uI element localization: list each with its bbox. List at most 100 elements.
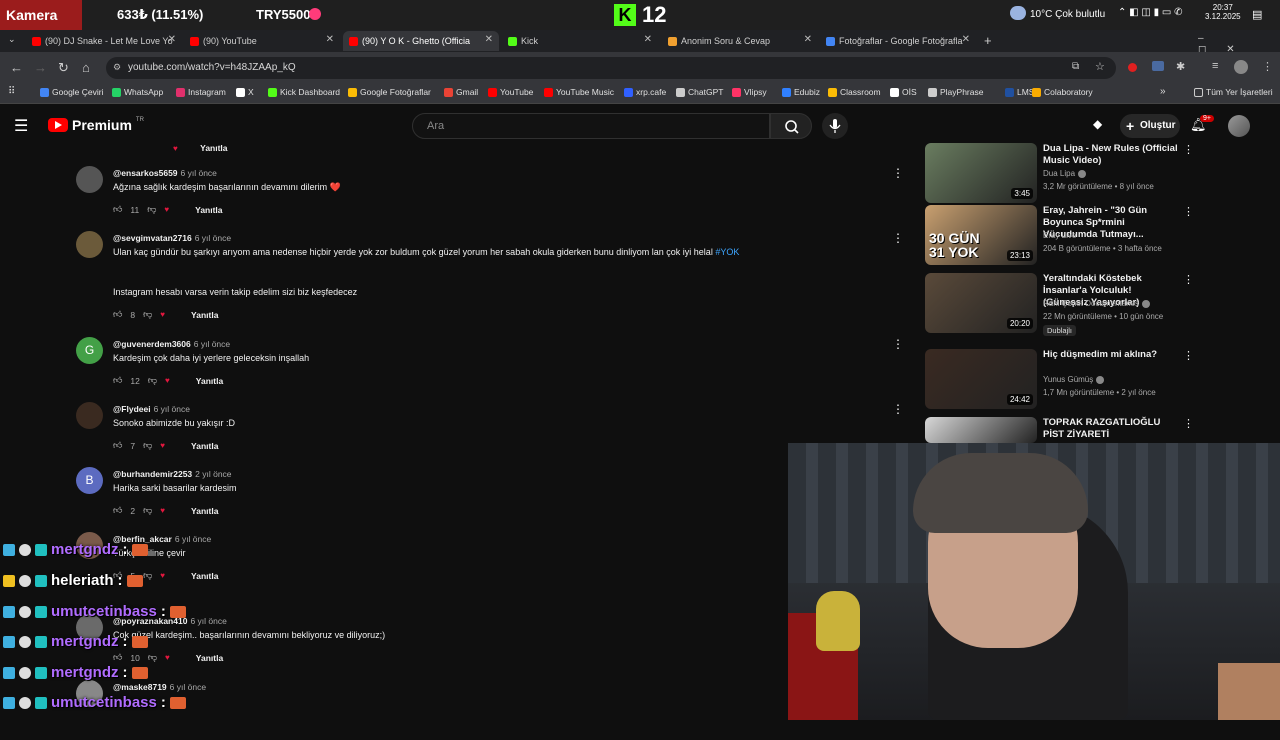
bookmark-16[interactable]: PlayPhrase [928, 87, 983, 97]
profile-avatar[interactable] [1234, 60, 1248, 74]
tab-close-icon[interactable]: ✕ [485, 34, 493, 45]
comment-timestamp[interactable]: 6 yıl önce [170, 682, 206, 692]
bookmark-5[interactable]: Kick Dashboard [268, 87, 340, 97]
reply-button[interactable]: Yanıtla [191, 441, 218, 451]
channel-name[interactable]: Yunus Gümüş [1043, 375, 1093, 384]
back-icon[interactable]: ← [10, 60, 23, 75]
dislike-icon[interactable]: 👎︎ [143, 440, 152, 451]
bookmark-13[interactable]: Edubiz [782, 87, 820, 97]
apps-grid-icon[interactable]: ⠿ [8, 86, 15, 97]
like-icon[interactable]: 👍︎ [113, 204, 122, 215]
recommended-video[interactable]: 20:20 Yeraltındaki Köstebek İnsanlar'a Yo… [925, 273, 1195, 336]
bookmark-1[interactable]: Google Çeviri [40, 87, 104, 97]
extensions-puzzle-icon[interactable]: ✱ [1176, 60, 1185, 73]
video-thumbnail[interactable]: 24:42 [925, 349, 1037, 409]
comment-avatar[interactable]: G [76, 337, 103, 364]
comment-menu-icon[interactable]: ⋮ [892, 231, 904, 245]
comment-timestamp[interactable]: 6 yıl önce [190, 616, 226, 626]
dislike-icon[interactable]: 👎︎ [143, 570, 152, 581]
comment-avatar[interactable] [76, 231, 103, 258]
recommended-video[interactable]: 24:42 Hiç düşmedim mi aklına? Yunus Gümüş 1… [925, 349, 1195, 409]
tab-search-icon[interactable]: ⌄ [8, 34, 16, 45]
channel-name[interactable]: Eray Live [1043, 231, 1076, 240]
bookmark-11[interactable]: ChatGPT [676, 87, 723, 97]
video-thumbnail[interactable] [925, 417, 1037, 443]
like-icon[interactable]: 👍︎ [113, 309, 122, 320]
new-tab-button[interactable]: + [984, 33, 992, 48]
voice-search-button[interactable] [822, 113, 848, 139]
notifications-icon[interactable]: ▤ [1252, 8, 1262, 21]
tab-1[interactable]: (90) DJ Snake - Let Me Love Yo ✕ [26, 31, 182, 51]
reply-button[interactable]: Yanıtla [195, 205, 222, 215]
like-icon[interactable]: 👍︎ [113, 440, 122, 451]
comment-timestamp[interactable]: 6 yıl önce [154, 404, 190, 414]
comment-avatar[interactable] [76, 166, 103, 193]
all-bookmarks[interactable]: Tüm Yer İşaretleri [1194, 87, 1273, 97]
reply-button[interactable]: Yanıtla [191, 310, 218, 320]
like-icon[interactable]: 👍︎ [113, 505, 122, 516]
bookmark-9[interactable]: YouTube Music [544, 87, 614, 97]
comment-username[interactable]: @ensarkos5659 [113, 168, 178, 178]
bookmark-14[interactable]: Classroom [828, 87, 881, 97]
bookmark-4[interactable]: X [236, 87, 254, 97]
tab-3[interactable]: (90) Y O K - Ghetto (Officia ✕ [343, 31, 499, 51]
dislike-icon[interactable]: 👎︎ [148, 375, 157, 386]
dislike-icon[interactable]: 👎︎ [147, 204, 156, 215]
comment-username[interactable]: @guvenerdem3606 [113, 339, 191, 349]
video-title[interactable]: Dua Lipa - New Rules (Official Music Vid… [1043, 143, 1178, 167]
reply-button[interactable]: Yanıtla [191, 506, 218, 516]
recommended-video[interactable]: 3:45 Dua Lipa - New Rules (Official Music… [925, 143, 1195, 203]
video-menu-icon[interactable]: ⋮ [1183, 205, 1194, 218]
reply-button[interactable]: Yanıtla [200, 143, 227, 153]
comment-timestamp[interactable]: 2 yıl önce [195, 469, 231, 479]
channel-name[interactable]: Dua Lipa [1043, 169, 1075, 178]
user-avatar[interactable] [1228, 115, 1250, 137]
comment-menu-icon[interactable]: ⋮ [892, 166, 904, 180]
video-menu-icon[interactable]: ⋮ [1183, 349, 1194, 362]
clock[interactable]: 20:37 3.12.2025 [1205, 3, 1241, 21]
channel-name[interactable]: Ruhi Çenet Documentaries [1043, 299, 1139, 308]
site-info-icon[interactable]: ⚙ [113, 62, 121, 73]
cast-icon[interactable]: ◆ [1093, 117, 1102, 131]
bookmark-6[interactable]: Google Fotoğraflar [348, 87, 431, 97]
video-thumbnail[interactable]: 20:20 [925, 273, 1037, 333]
hamburger-menu-icon[interactable]: ☰ [14, 116, 28, 136]
bookmark-3[interactable]: Instagram [176, 87, 226, 97]
comment-username[interactable]: @Flydeei [113, 404, 151, 414]
comment-menu-icon[interactable]: ⋮ [892, 337, 904, 351]
comment-avatar[interactable]: B [76, 467, 103, 494]
comment-timestamp[interactable]: 6 yıl önce [181, 168, 217, 178]
reply-button[interactable]: Yanıtla [196, 376, 223, 386]
comment-username[interactable]: @maske8719 [113, 682, 167, 692]
tab-close-icon[interactable]: ✕ [168, 34, 176, 45]
video-title[interactable]: TOPRAK RAZGATLIOĞLU PİST ZİYARETİ [1043, 417, 1178, 441]
create-button[interactable]: + Oluştur [1120, 114, 1180, 138]
comment-timestamp[interactable]: 6 yıl önce [175, 534, 211, 544]
home-icon[interactable]: ⌂ [82, 60, 90, 75]
video-thumbnail[interactable]: 3:45 [925, 143, 1037, 203]
tab-close-icon[interactable]: ✕ [644, 34, 652, 45]
tab-close-icon[interactable]: ✕ [804, 34, 812, 45]
bookmark-17[interactable]: LMS [1005, 87, 1034, 97]
video-menu-icon[interactable]: ⋮ [1183, 143, 1194, 156]
like-icon[interactable]: 👍︎ [113, 375, 122, 386]
comment-hashtag[interactable]: #YOK [715, 247, 739, 257]
tab-4[interactable]: Kick ✕ [502, 31, 658, 51]
bookmark-7[interactable]: Gmail [444, 87, 478, 97]
bookmark-2[interactable]: WhatsApp [112, 87, 163, 97]
tab-5[interactable]: Anonim Soru & Cevap ✕ [662, 31, 818, 51]
tab-close-icon[interactable]: ✕ [962, 34, 970, 45]
extension-icon[interactable] [1152, 61, 1164, 71]
address-bar[interactable]: youtube.com/watch?v=h48JZAAp_kQ [106, 57, 1116, 79]
tray-icons[interactable]: ⌃ ◧ ◫ ▮ ▭ ✆ [1118, 7, 1183, 18]
bookmark-12[interactable]: Vlipsy [732, 87, 767, 97]
reload-icon[interactable]: ↻ [58, 60, 69, 76]
video-title[interactable]: Hiç düşmedim mi aklına? [1043, 349, 1178, 361]
bookmark-15[interactable]: OİS [890, 87, 917, 97]
search-button[interactable] [770, 113, 812, 139]
comment-avatar[interactable] [76, 402, 103, 429]
reply-button[interactable]: Yanıtla [191, 571, 218, 581]
install-icon[interactable]: ⧉ [1072, 61, 1079, 72]
bookmark-star-icon[interactable]: ☆ [1095, 60, 1105, 73]
video-menu-icon[interactable]: ⋮ [1183, 417, 1194, 430]
